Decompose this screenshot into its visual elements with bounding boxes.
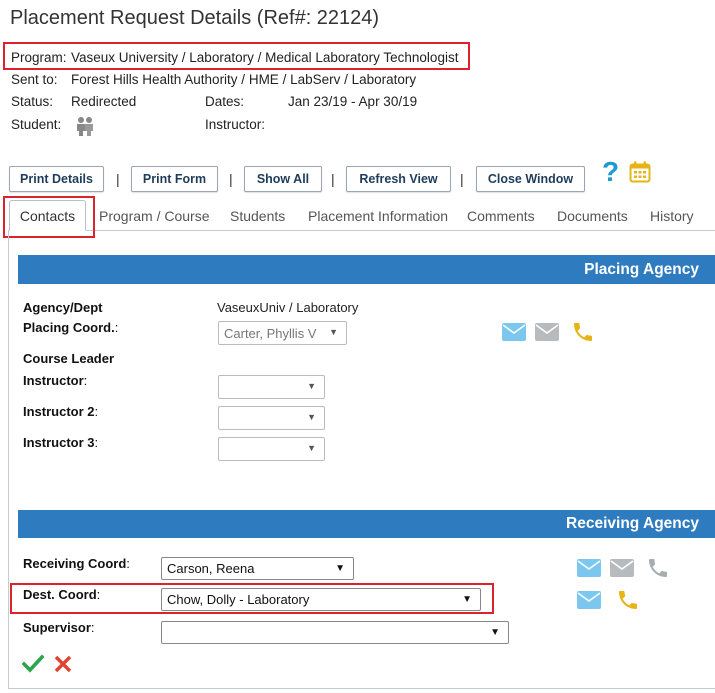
dest-email-icon[interactable]	[577, 591, 601, 609]
program-value: Vaseux University / Laboratory / Medical…	[71, 50, 459, 65]
dest-phone-icon[interactable]	[616, 588, 640, 612]
dates-value: Jan 23/19 - Apr 30/19	[288, 94, 418, 109]
sent-to-label: Sent to:	[11, 72, 58, 87]
supervisor-select[interactable]: ▼	[161, 621, 509, 644]
student-label: Student:	[11, 117, 62, 132]
tab-students[interactable]: Students	[230, 208, 285, 224]
status-value: Redirected	[71, 94, 137, 109]
placing-email-icon[interactable]	[502, 323, 526, 341]
tab-history[interactable]: History	[650, 208, 694, 224]
status-label: Status:	[11, 94, 54, 109]
chevron-down-icon: ▼	[490, 627, 500, 638]
instructor2-select[interactable]: ▼	[218, 406, 325, 430]
toolbar-separator: |	[116, 171, 120, 187]
instructor-label-placing: Instructor:	[23, 373, 88, 388]
receiving-phone-disabled-icon	[646, 556, 670, 580]
placing-email-disabled-icon	[535, 323, 559, 341]
receiving-coord-label: Receiving Coord:	[23, 556, 130, 571]
placing-agency-header: Placing Agency	[18, 255, 715, 284]
receiving-email-icon[interactable]	[577, 559, 601, 577]
page-title: Placement Request Details (Ref#: 22124)	[10, 7, 380, 29]
supervisor-label: Supervisor:	[23, 620, 95, 635]
tab-comments[interactable]: Comments	[467, 208, 535, 224]
agency-dept-label: Agency/Dept	[23, 300, 103, 315]
instructor-select[interactable]: ▼	[218, 375, 325, 399]
dest-coord-select[interactable]: Chow, Dolly - Laboratory ▼	[161, 588, 481, 611]
chevron-down-icon: ▼	[307, 381, 316, 391]
toolbar-separator: |	[460, 171, 464, 187]
help-icon[interactable]: ?	[602, 156, 619, 188]
instructor2-label: Instructor 2:	[23, 404, 99, 419]
refresh-view-button[interactable]: Refresh View	[346, 166, 451, 192]
chevron-down-icon: ▼	[335, 563, 345, 574]
toolbar-separator: |	[229, 171, 233, 187]
course-leader-label: Course Leader	[23, 351, 115, 366]
agency-dept-value: VaseuxUniv / Laboratory	[217, 300, 359, 315]
student-icon[interactable]	[76, 116, 94, 136]
show-all-button[interactable]: Show All	[244, 166, 322, 192]
sent-to-value: Forest Hills Health Authority / HME / La…	[71, 72, 417, 87]
cancel-icon[interactable]	[54, 655, 72, 673]
close-window-button[interactable]: Close Window	[476, 166, 585, 192]
toolbar-separator: |	[331, 171, 335, 187]
instructor-label: Instructor:	[205, 117, 266, 132]
save-icon[interactable]	[21, 654, 45, 674]
receiving-coord-select[interactable]: Carson, Reena ▼	[161, 557, 354, 580]
print-form-button[interactable]: Print Form	[131, 166, 218, 192]
placing-phone-icon[interactable]	[571, 320, 595, 344]
receiving-agency-header: Receiving Agency	[18, 510, 715, 538]
tab-placement-information[interactable]: Placement Information	[308, 208, 448, 224]
calendar-icon[interactable]	[629, 161, 651, 183]
chevron-down-icon: ▼	[307, 443, 316, 453]
placing-coord-label: Placing Coord.:	[23, 320, 119, 335]
placing-coord-select[interactable]: Carter, Phyllis V ▼	[218, 321, 347, 345]
chevron-down-icon: ▼	[462, 594, 472, 605]
print-details-button[interactable]: Print Details	[9, 166, 104, 192]
tab-documents[interactable]: Documents	[557, 208, 628, 224]
tab-program-course[interactable]: Program / Course	[99, 208, 209, 224]
instructor3-select[interactable]: ▼	[218, 437, 325, 461]
chevron-down-icon: ▼	[329, 327, 338, 337]
dest-coord-label: Dest. Coord:	[23, 587, 101, 602]
chevron-down-icon: ▼	[307, 412, 316, 422]
dates-label: Dates:	[205, 94, 245, 109]
receiving-email-disabled-icon	[610, 559, 634, 577]
instructor3-label: Instructor 3:	[23, 435, 99, 450]
program-label: Program:	[11, 50, 67, 65]
